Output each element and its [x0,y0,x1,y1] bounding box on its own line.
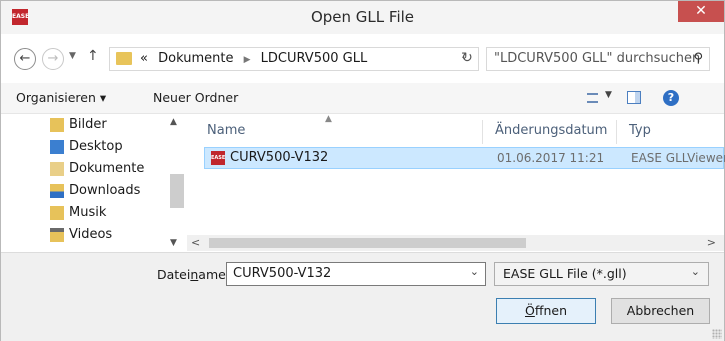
search-icon[interactable]: ⚲ [693,51,703,66]
downloads-folder-icon [50,184,64,198]
arrow-left-icon: ← [19,51,31,66]
file-type-filter-value: EASE GLL File (*.gll) [503,266,627,281]
horizontal-scrollbar[interactable]: < > [187,235,724,251]
sidebar-item-label: Bilder [69,117,107,132]
file-type-filter-select[interactable]: EASE GLL File (*.gll) ⌄ [494,262,709,286]
chevron-down-icon: ▼ [170,238,177,248]
filename-value: CURV500-V132 [233,266,332,281]
column-header-name[interactable]: Name [207,120,245,142]
desktop-folder-icon [50,140,64,154]
view-options-icon[interactable] [587,93,598,103]
folder-icon [116,52,132,65]
scrollbar-thumb[interactable] [209,238,526,248]
sidebar-item-label: Downloads [69,183,141,198]
sort-ascending-icon: ▲ [325,114,332,124]
column-header-type[interactable]: Typ [629,120,651,142]
column-divider[interactable] [482,120,483,144]
open-button[interactable]: Öffnen [496,298,596,324]
refresh-icon: ↻ [461,50,473,66]
arrow-right-icon: → [47,51,59,66]
scroll-right-button[interactable]: > [707,235,716,251]
scroll-up-button[interactable]: ▲ [170,117,177,127]
filename-label-part: Datei [157,267,191,282]
open-button-accel: Ö [525,303,535,318]
table-row[interactable]: EASE CURV500-V132 01.06.2017 11:21 EASE … [204,147,725,169]
close-button[interactable]: ✕ [678,1,724,22]
up-button[interactable]: ↑ [87,48,99,64]
address-bar[interactable]: « Dokumente ▶ LDCURV500 GLL ⌄ [109,47,479,71]
chevron-down-icon: ▼ [69,51,76,61]
sidebar-item-label: Videos [69,227,113,242]
sidebar-item-label: Musik [69,205,107,220]
open-button-label: ffnen [534,303,567,318]
dialog-footer: Dateiname: CURV500-V132 ⌄ EASE GLL File … [1,252,724,341]
back-button[interactable]: ← [14,48,36,70]
file-list[interactable]: ▲ Name Änderungsdatum Typ EASE CURV500-V… [187,114,725,252]
search-placeholder: "LDCURV500 GLL" durchsuchen [494,51,701,66]
breadcrumb-item-dokumente[interactable]: Dokumente [158,51,233,66]
view-options-dropdown[interactable]: ▼ [605,90,612,100]
sidebar-item-label: Desktop [69,139,123,154]
resize-grip[interactable] [712,329,722,339]
sidebar-item-label: Dokumente [69,161,145,176]
breadcrumb-overflow[interactable]: « [140,51,148,66]
window-title: Open GLL File [310,8,415,26]
scrollbar-thumb[interactable] [170,174,184,208]
command-bar: Organisieren ▾ Neuer Ordner ▼ ? [1,83,724,114]
filename-input[interactable]: CURV500-V132 ⌄ [226,262,486,286]
chevron-right-icon: > [706,236,716,249]
videos-folder-icon [50,228,64,242]
filename-label: Dateiname: [157,264,230,286]
recent-locations-button[interactable]: ▼ [69,51,76,61]
documents-folder-icon [50,162,64,176]
address-row: ← → ▼ ↑ « Dokumente ▶ LDCURV500 GLL ⌄ ↻ … [1,35,724,83]
organize-menu-button[interactable]: Organisieren ▾ [16,83,106,113]
search-input[interactable]: "LDCURV500 GLL" durchsuchen ⚲ [486,47,710,71]
breadcrumb-item-ldcurv500[interactable]: LDCURV500 GLL [261,51,368,66]
close-icon: ✕ [695,3,707,19]
column-divider[interactable] [616,120,617,144]
open-file-dialog: EASE Open GLL File ✕ ← → ▼ ↑ « Dokumente… [0,0,725,341]
refresh-button[interactable]: ↻ [456,47,478,71]
column-header-date[interactable]: Änderungsdatum [495,120,607,142]
chevron-right-icon[interactable]: ▶ [244,55,251,65]
scroll-down-button[interactable]: ▼ [170,238,177,248]
pictures-folder-icon [50,118,64,132]
preview-pane-icon[interactable] [627,91,641,104]
chevron-left-icon: < [191,236,201,249]
chevron-down-icon: ▼ [605,90,612,100]
chevron-down-icon: ⌄ [690,265,700,278]
new-folder-button[interactable]: Neuer Ordner [153,83,238,113]
breadcrumb: « Dokumente ▶ LDCURV500 GLL [140,48,373,70]
chevron-down-icon: ⌄ [469,265,479,278]
help-icon[interactable]: ? [663,90,679,106]
music-folder-icon [50,206,64,220]
cancel-button[interactable]: Abbrechen [611,298,710,324]
file-name: CURV500-V132 [230,150,329,165]
navigation-pane[interactable]: Bilder Desktop Dokumente Downloads Musik… [1,114,185,252]
ease-file-icon: EASE [211,151,225,165]
arrow-up-icon: ↑ [87,48,99,64]
filename-history-dropdown[interactable]: ⌄ [470,265,479,278]
title-bar[interactable]: EASE Open GLL File ✕ [1,1,724,34]
file-type: EASE GLLViewer [631,151,725,165]
chevron-up-icon: ▲ [170,117,177,127]
scroll-left-button[interactable]: < [191,235,200,251]
forward-button[interactable]: → [42,48,64,70]
file-date: 01.06.2017 11:21 [497,151,605,165]
